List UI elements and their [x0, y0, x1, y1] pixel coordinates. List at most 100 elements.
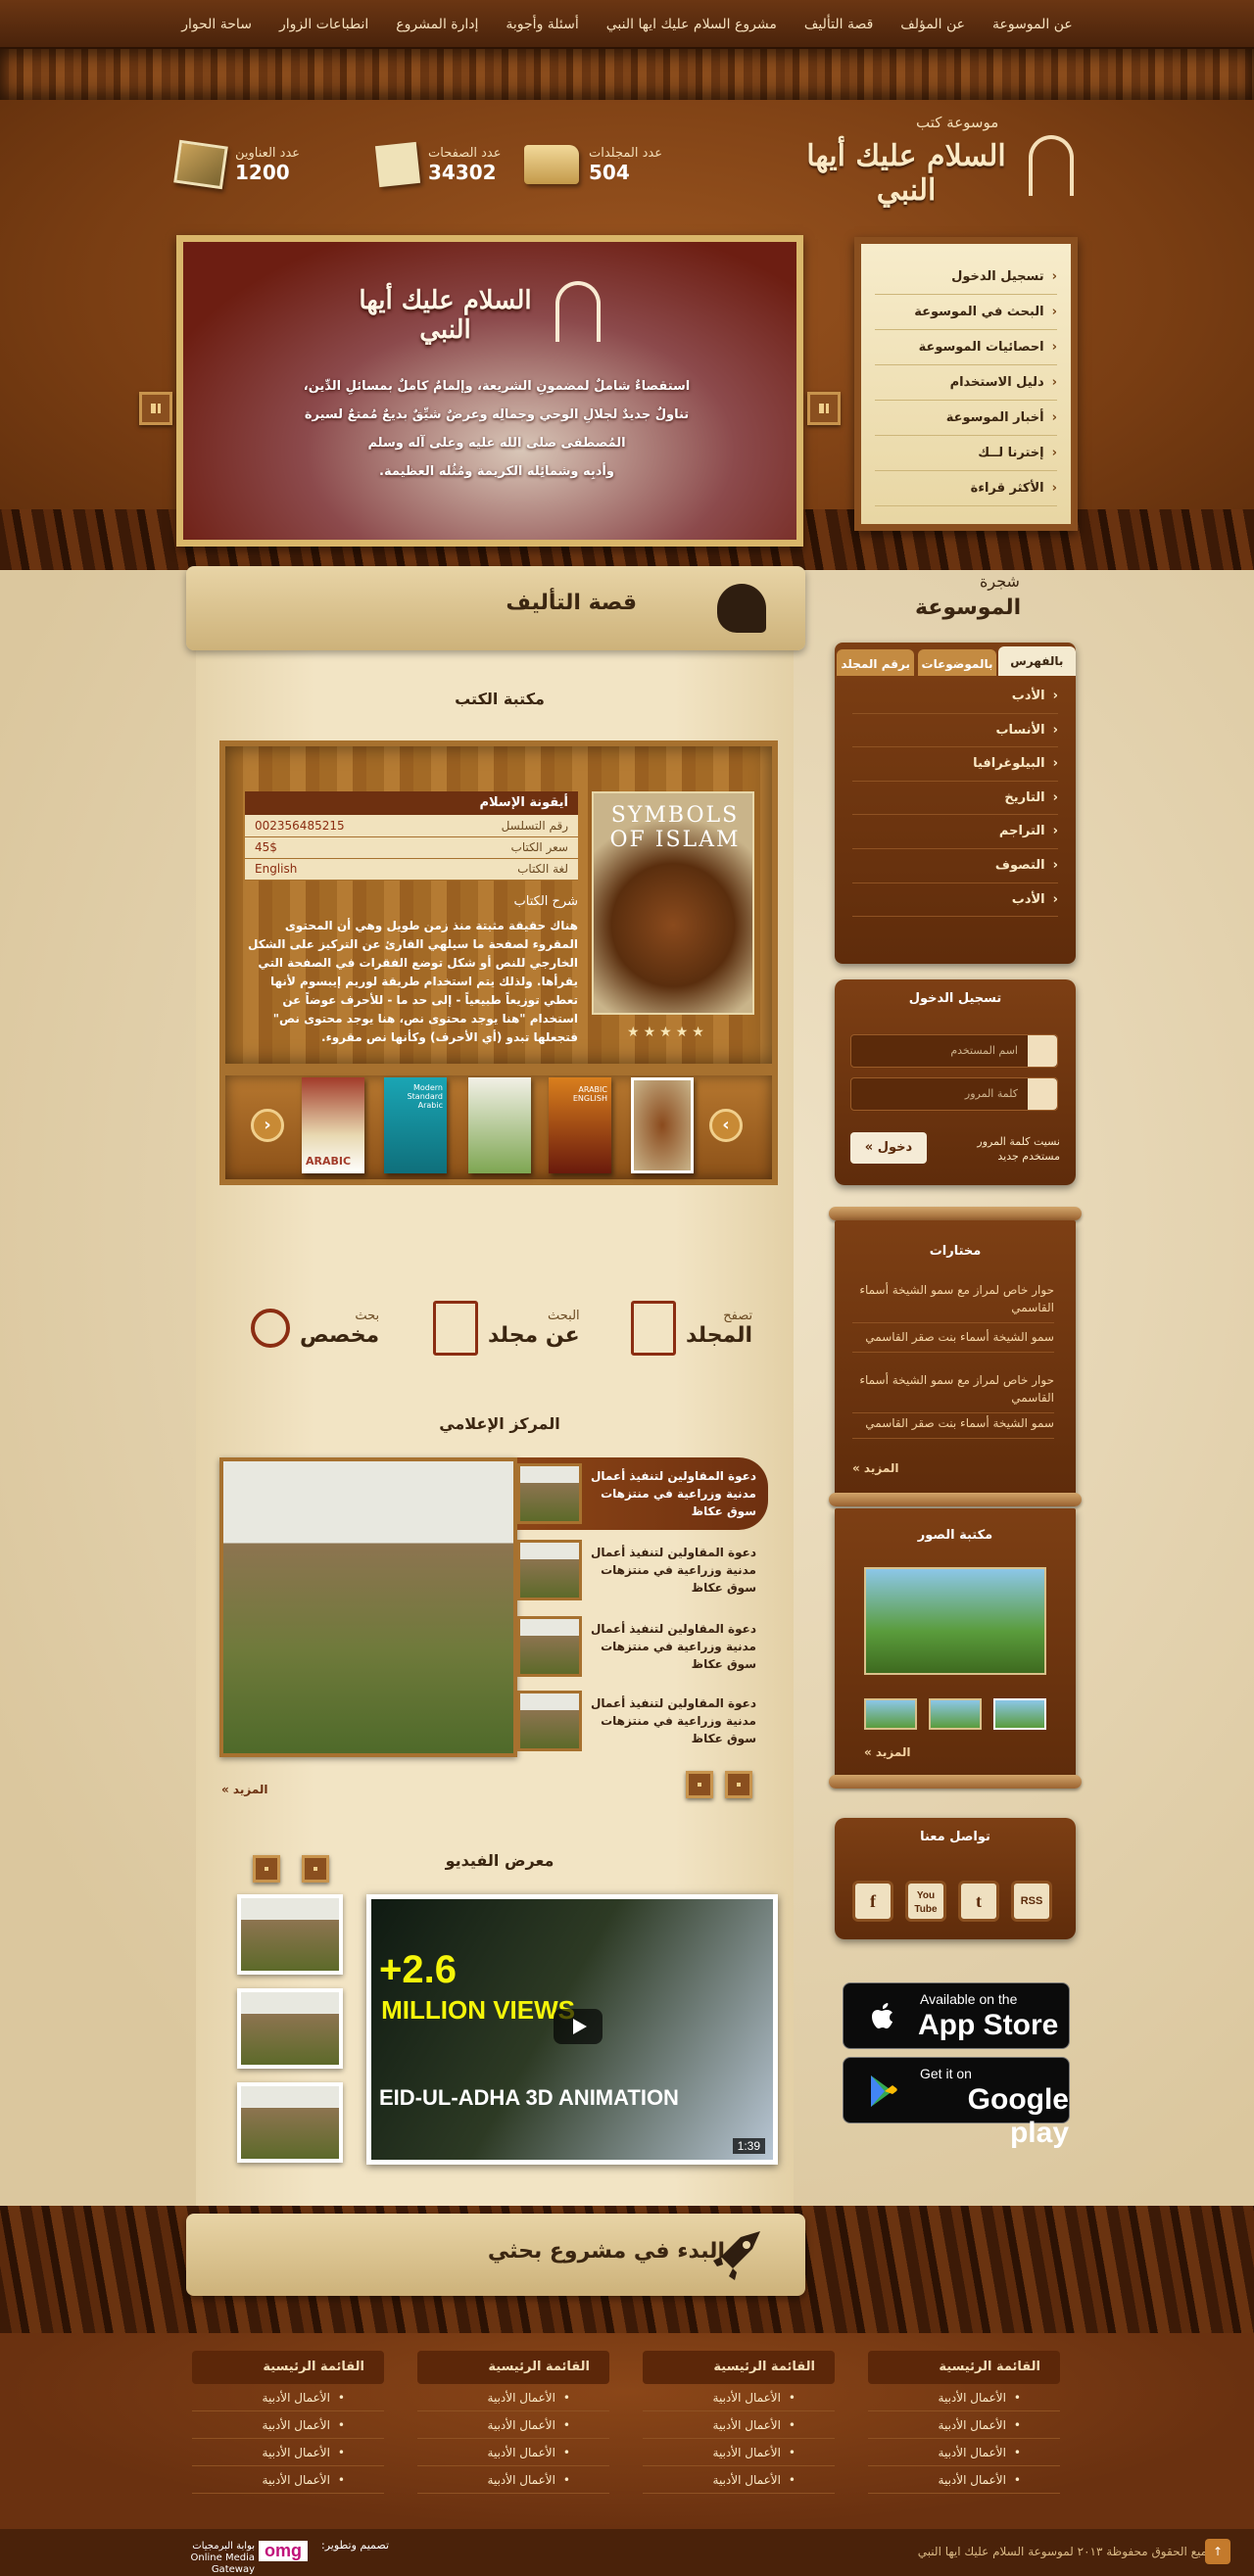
nav-project[interactable]: مشروع السلام عليك ايها النبي: [593, 17, 791, 32]
news-item[interactable]: دعوة المقاولين لتنفيذ أعمال مدنية وزراعي…: [517, 1457, 768, 1530]
carousel-next-button[interactable]: ›: [709, 1109, 743, 1142]
tree-item[interactable]: الأدب: [852, 883, 1058, 918]
quick-search[interactable]: البحث في الموسوعة: [875, 295, 1057, 330]
star-icon[interactable]: ★: [692, 1025, 704, 1040]
username-field[interactable]: اسم المستخدم: [850, 1034, 1058, 1068]
nav-about-encyclopedia[interactable]: عن الموسوعة: [979, 17, 1086, 32]
facebook-icon[interactable]: f: [852, 1881, 893, 1922]
video-thumb[interactable]: [237, 2082, 343, 2163]
video-player[interactable]: 2.6+ MILLION VIEWS EID-UL-ADHA 3D ANIMAT…: [366, 1894, 778, 2165]
scroll-top-button[interactable]: ↑: [1205, 2539, 1230, 2564]
tree-item[interactable]: الأنساب: [852, 714, 1058, 748]
tab-by-volume[interactable]: برقم المجلد: [837, 649, 915, 676]
custom-search-option[interactable]: بحث مخصص: [251, 1299, 379, 1358]
rss-icon[interactable]: RSS: [1011, 1881, 1052, 1922]
tree-item[interactable]: التاريخ: [852, 782, 1058, 816]
tree-item[interactable]: التراجم: [852, 815, 1058, 849]
news-item[interactable]: دعوة المقاولين لتنفيذ أعمال مدنية وزراعي…: [517, 1685, 768, 1757]
video-thumb[interactable]: [237, 1988, 343, 2069]
news-item[interactable]: دعوة المقاولين لتنفيذ أعمال مدنية وزراعي…: [517, 1534, 768, 1606]
gallery-more-link[interactable]: المزيد »: [864, 1745, 911, 1759]
slider-next-button[interactable]: [807, 392, 841, 425]
footer-link[interactable]: الأعمال الأدبية: [192, 2439, 384, 2466]
slider-prev-button[interactable]: [139, 392, 172, 425]
footer-link[interactable]: الأعمال الأدبية: [643, 2466, 835, 2494]
footer-link[interactable]: الأعمال الأدبية: [192, 2466, 384, 2494]
nav-about-author[interactable]: عن المؤلف: [887, 17, 979, 32]
gallery-thumb[interactable]: [864, 1698, 917, 1730]
omg-logo[interactable]: omg: [259, 2541, 308, 2561]
selected-item[interactable]: حوار خاص لمراز مع سمو الشيخة أسماء القاس…: [852, 1365, 1054, 1413]
google-play-badge[interactable]: Get it on Google play: [843, 2057, 1070, 2149]
carousel-prev-button[interactable]: ‹: [251, 1109, 284, 1142]
footer-link[interactable]: الأعمال الأدبية: [417, 2411, 609, 2439]
tree-item[interactable]: الأدب: [852, 680, 1058, 714]
footer-link[interactable]: الأعمال الأدبية: [417, 2439, 609, 2466]
star-icon[interactable]: ★: [644, 1025, 656, 1040]
book-rating[interactable]: ★ ★ ★ ★ ★: [627, 1025, 704, 1040]
video-thumb[interactable]: [237, 1894, 343, 1975]
search-volume-option[interactable]: البحث عن مجلد: [433, 1299, 580, 1358]
footer-link[interactable]: الأعمال الأدبية: [192, 2384, 384, 2411]
news-item[interactable]: دعوة المقاولين لتنفيذ أعمال مدنية وزراعي…: [517, 1610, 768, 1683]
play-icon[interactable]: [554, 2009, 603, 2044]
book-cover[interactable]: SYMBOLS OF ISLAM: [592, 791, 754, 1015]
star-icon[interactable]: ★: [676, 1025, 689, 1040]
footer-link[interactable]: الأعمال الأدبية: [868, 2466, 1060, 2494]
selected-item[interactable]: سمو الشيخة أسماء بنت صقر القاسمي: [852, 1322, 1054, 1353]
book-thumb[interactable]: ARABIC ENGLISH: [549, 1077, 611, 1173]
twitter-icon[interactable]: t: [958, 1881, 999, 1922]
forgot-password-link[interactable]: نسيت كلمة المرور: [933, 1134, 1060, 1149]
media-next-button[interactable]: [725, 1771, 752, 1798]
footer-link[interactable]: الأعمال الأدبية: [643, 2411, 835, 2439]
start-research-scroll[interactable]: البدء في مشروع بحثي: [186, 2214, 805, 2296]
tree-item[interactable]: التصوف: [852, 849, 1058, 883]
tree-item[interactable]: البيلوغرافيا: [852, 747, 1058, 782]
media-main-image[interactable]: [219, 1457, 517, 1757]
youtube-icon[interactable]: You Tube: [905, 1881, 946, 1922]
book-thumb[interactable]: [468, 1077, 531, 1173]
story-scroll-header[interactable]: قصة التأليف: [186, 566, 805, 650]
selected-item[interactable]: سمو الشيخة أسماء بنت صقر القاسمي: [852, 1408, 1054, 1439]
quick-news[interactable]: أخبار الموسوعة: [875, 401, 1057, 436]
nav-authoring-story[interactable]: قصة التأليف: [791, 17, 887, 32]
star-icon[interactable]: ★: [659, 1025, 672, 1040]
login-button[interactable]: دخول »: [850, 1132, 927, 1164]
quick-login[interactable]: تسجيل الدخول: [875, 260, 1057, 295]
book-thumb[interactable]: Modern Standard Arabic: [384, 1077, 447, 1173]
star-icon[interactable]: ★: [627, 1025, 640, 1040]
site-logo[interactable]: موسوعة كتب السلام عليك أيها النبي: [784, 114, 1078, 208]
quick-most-read[interactable]: الأكثر قراءة: [875, 471, 1057, 506]
media-more-link[interactable]: المزيد »: [221, 1783, 268, 1796]
gallery-main-image[interactable]: [864, 1567, 1046, 1675]
footer-link[interactable]: الأعمال الأدبية: [643, 2384, 835, 2411]
footer-link[interactable]: الأعمال الأدبية: [868, 2411, 1060, 2439]
footer-link[interactable]: الأعمال الأدبية: [868, 2384, 1060, 2411]
quick-guide[interactable]: دليل الاستخدام: [875, 365, 1057, 401]
footer-link[interactable]: الأعمال الأدبية: [417, 2466, 609, 2494]
nav-management[interactable]: إدارة المشروع: [382, 17, 492, 32]
tab-by-topic[interactable]: بالموضوعات: [918, 649, 996, 676]
new-user-link[interactable]: مستخدم جديد: [933, 1149, 1060, 1164]
nav-dialogue[interactable]: ساحة الحوار: [168, 17, 265, 32]
nav-faq[interactable]: أسئلة وأجوبة: [492, 17, 592, 32]
video-prev-button[interactable]: [253, 1855, 280, 1883]
footer-link[interactable]: الأعمال الأدبية: [868, 2439, 1060, 2466]
footer-link[interactable]: الأعمال الأدبية: [192, 2411, 384, 2439]
selected-more-link[interactable]: المزيد »: [852, 1461, 899, 1475]
footer-link[interactable]: الأعمال الأدبية: [643, 2439, 835, 2466]
nav-visitor-impressions[interactable]: انطباعات الزوار: [265, 17, 382, 32]
book-thumb-selected[interactable]: [631, 1077, 694, 1173]
quick-picks[interactable]: إخترنا لــك: [875, 436, 1057, 471]
selected-item[interactable]: حوار خاص لمراز مع سمو الشيخة أسماء القاس…: [852, 1275, 1054, 1323]
gallery-thumb[interactable]: [993, 1698, 1046, 1730]
tab-by-index[interactable]: بالفهرس: [997, 646, 1076, 676]
media-prev-button[interactable]: [686, 1771, 713, 1798]
gallery-thumb[interactable]: [929, 1698, 982, 1730]
quick-stats[interactable]: احصائيات الموسوعة: [875, 330, 1057, 365]
footer-link[interactable]: الأعمال الأدبية: [417, 2384, 609, 2411]
book-thumb[interactable]: ARABIC: [302, 1077, 364, 1173]
browse-volume-option[interactable]: تصفح المجلد: [631, 1299, 752, 1358]
app-store-badge[interactable]: Available on the App Store: [843, 1982, 1070, 2049]
video-next-button[interactable]: [302, 1855, 329, 1883]
